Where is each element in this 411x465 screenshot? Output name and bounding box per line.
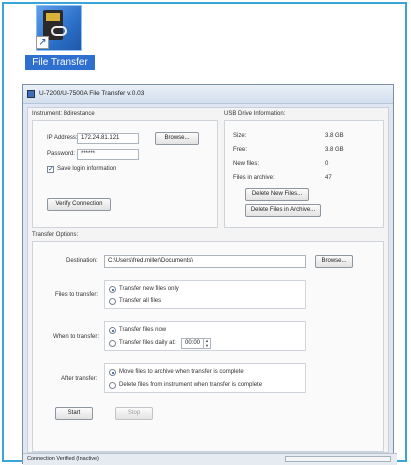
delete-from-instrument-radio[interactable] <box>109 382 116 389</box>
usb-free-label: Free: <box>233 147 248 153</box>
destination-browse-button[interactable]: Browse... <box>315 255 353 268</box>
files-to-transfer-box: Transfer new files only Transfer all fil… <box>104 280 306 309</box>
delete-archive-files-button[interactable]: Delete Files in Archive... <box>245 204 321 217</box>
move-to-archive-radio[interactable] <box>109 369 116 376</box>
transfer-all-files-label: Transfer all files <box>119 298 162 304</box>
when-to-transfer-box: Transfer files now Transfer files daily … <box>104 321 306 351</box>
desktop-icon-label: File Transfer <box>25 55 95 70</box>
instrument-group-label: Instrument: 8direstance <box>32 111 95 117</box>
password-label: Password: <box>47 151 76 157</box>
window-title: U-7200/U-7500A File Transfer v.0.03 <box>39 90 145 97</box>
usb-archive-label: Files in archive: <box>233 175 275 181</box>
transfer-daily-label: Transfer files daily at: <box>119 340 176 346</box>
window-client-area: Instrument: 8direstance IP Address: 172.… <box>27 107 389 453</box>
daily-time-value: 00:00 <box>185 340 201 346</box>
instrument-group: IP Address: 172.24.81.121 Browse... Pass… <box>32 120 218 228</box>
ip-browse-button[interactable]: Browse... <box>155 132 199 145</box>
daily-time-input[interactable]: 00:00 ▲ ▼ <box>181 338 211 349</box>
after-transfer-box: Move files to archive when transfer is c… <box>104 363 306 393</box>
delete-new-files-button[interactable]: Delete New Files... <box>245 188 309 201</box>
delete-from-instrument-label: Delete files from instrument when transf… <box>119 382 263 388</box>
after-transfer-label: After transfer: <box>61 376 98 382</box>
verify-connection-button[interactable]: Verify Connection <box>47 198 111 211</box>
usb-free-value: 3.8 GB <box>325 147 344 153</box>
stop-button[interactable]: Stop <box>115 407 153 420</box>
transfer-all-files-radio[interactable] <box>109 298 116 305</box>
destination-label: Destination: <box>66 258 98 264</box>
app-icon <box>27 90 35 98</box>
usb-group: Size: 3.8 GB Free: 3.8 GB New files: 0 F… <box>224 120 384 228</box>
transfer-now-radio[interactable] <box>109 327 116 334</box>
usb-archive-value: 47 <box>325 175 332 181</box>
ip-address-label: IP Address: <box>47 135 78 141</box>
status-text: Connection Verified (Inactive) <box>27 456 99 462</box>
password-input[interactable]: ****** <box>77 149 139 160</box>
transfer-progress-bar <box>285 456 391 462</box>
move-to-archive-label: Move files to archive when transfer is c… <box>119 369 244 375</box>
file-transfer-desktop-icon[interactable]: ↗ File Transfer <box>25 5 95 75</box>
usb-size-value: 3.8 GB <box>325 133 344 139</box>
status-bar: Connection Verified (Inactive) <box>23 453 397 465</box>
usb-new-files-label: New files: <box>233 161 260 167</box>
transfer-daily-radio[interactable] <box>109 340 116 347</box>
transfer-new-files-radio[interactable] <box>109 286 116 293</box>
transfer-new-files-label: Transfer new files only <box>119 286 179 292</box>
destination-input[interactable]: C:\Users\fred.miller\Documents\ <box>104 255 306 268</box>
usb-new-files-value: 0 <box>325 161 329 167</box>
start-button[interactable]: Start <box>55 407 93 420</box>
transfer-group-label: Transfer Options: <box>32 232 79 238</box>
time-spinner[interactable]: ▲ ▼ <box>203 339 210 348</box>
save-login-label: Save login information <box>57 166 117 172</box>
file-transfer-window: U-7200/U-7500A File Transfer v.0.03 Inst… <box>22 84 397 465</box>
transfer-options-group: Destination: C:\Users\fred.miller\Docume… <box>32 241 384 452</box>
shortcut-arrow-icon: ↗ <box>36 36 49 49</box>
files-to-transfer-label: Files to transfer: <box>55 292 99 298</box>
ip-address-input[interactable]: 172.24.81.121 <box>77 133 139 144</box>
save-login-checkbox[interactable]: ✓ <box>47 166 54 173</box>
transfer-now-label: Transfer files now <box>119 327 167 333</box>
window-titlebar: U-7200/U-7500A File Transfer v.0.03 <box>23 85 393 104</box>
usb-group-label: USB Drive Information: <box>224 111 286 117</box>
usb-size-label: Size: <box>233 133 247 139</box>
when-to-transfer-label: When to transfer: <box>53 334 100 340</box>
